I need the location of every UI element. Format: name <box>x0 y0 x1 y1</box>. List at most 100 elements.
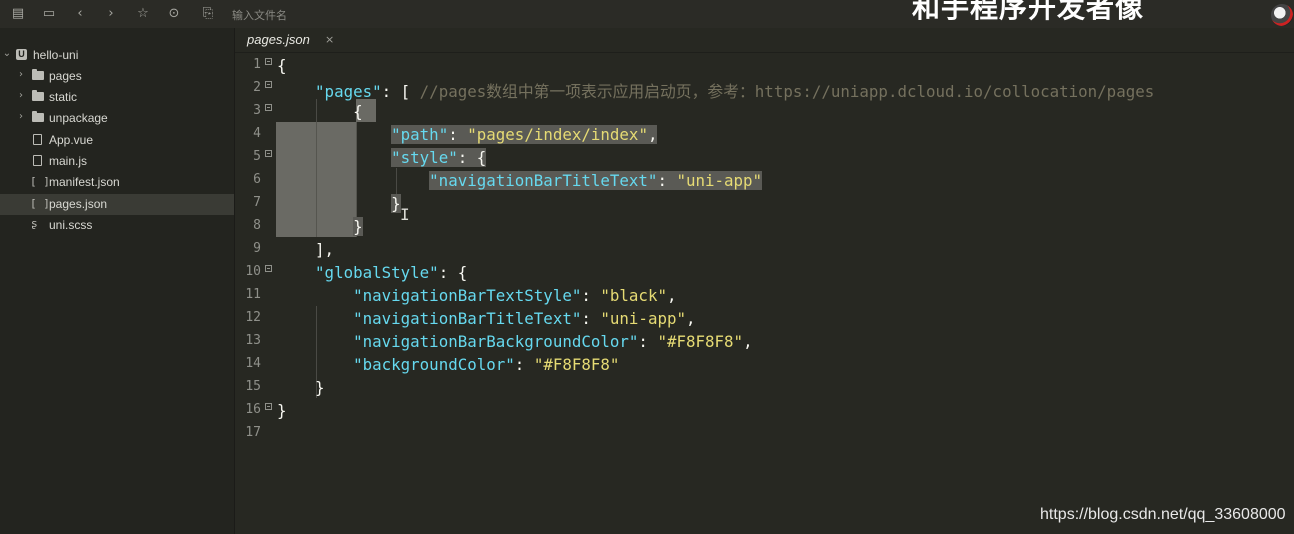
code-line: 4 "path": "pages/index/index", <box>235 122 1294 145</box>
code-text: { <box>277 56 287 75</box>
close-icon[interactable]: × <box>325 33 334 46</box>
line-number: 13 <box>245 333 261 348</box>
code-text: "globalStyle": { <box>315 263 468 282</box>
save-icon[interactable]: ▭ <box>41 6 57 22</box>
code-line: 9 ], <box>235 237 1294 260</box>
line-number: 1 <box>253 57 261 72</box>
tree-item-label: uni.scss <box>49 218 93 232</box>
folder-icon <box>32 111 44 122</box>
tree-item-label: main.js <box>49 154 88 168</box>
tree-item-pages-json[interactable]: [ ] pages.json <box>0 194 234 215</box>
line-number: 8 <box>253 218 261 233</box>
folder-icon <box>32 90 44 101</box>
code-text: "backgroundColor": "#F8F8F8" <box>353 355 620 374</box>
star-icon[interactable]: ☆ <box>135 6 151 22</box>
code-line: 10 "globalStyle": { <box>235 260 1294 283</box>
fold-icon[interactable] <box>265 265 272 272</box>
line-number: 3 <box>253 103 261 118</box>
line-number: 4 <box>253 126 261 141</box>
code-line: 11 "navigationBarTextStyle": "black", <box>235 283 1294 306</box>
code-text: { <box>353 102 363 121</box>
json-file-icon: [ ] <box>30 175 50 188</box>
code-text: "path": "pages/index/index", <box>391 125 658 144</box>
code-text: "navigationBarTitleText": "uni-app" <box>429 171 763 190</box>
code-line: 15 } <box>235 375 1294 398</box>
file-icon <box>33 155 42 166</box>
code-text: "navigationBarBackgroundColor": "#F8F8F8… <box>353 332 753 351</box>
tree-item-manifest-json[interactable]: [ ] manifest.json <box>0 172 234 193</box>
code-line: 12 "navigationBarTitleText": "uni-app", <box>235 306 1294 329</box>
line-number: 12 <box>245 310 261 325</box>
new-file-icon[interactable]: ▤ <box>10 6 26 22</box>
run-icon[interactable]: ⊙ <box>166 6 182 22</box>
tree-item-static[interactable]: › static <box>0 87 234 108</box>
fold-icon[interactable] <box>265 403 272 410</box>
tab-pages-json[interactable]: pages.json × <box>235 28 343 53</box>
code-line: 17 <box>235 421 1294 444</box>
code-text: } <box>315 378 325 397</box>
line-number: 17 <box>245 425 261 440</box>
tree-item-label: static <box>49 90 78 104</box>
avatar[interactable] <box>1271 4 1293 26</box>
line-number: 14 <box>245 356 261 371</box>
line-number: 2 <box>253 80 261 95</box>
project-icon: U <box>16 49 27 60</box>
line-number: 7 <box>253 195 261 210</box>
video-overlay-banner: 和手程序开发者像 <box>912 0 1145 24</box>
code-line: 14 "backgroundColor": "#F8F8F8" <box>235 352 1294 375</box>
tab-bar: pages.json × <box>235 28 1294 53</box>
fold-icon[interactable] <box>265 150 272 157</box>
fold-icon[interactable] <box>265 104 272 111</box>
line-number: 10 <box>245 264 261 279</box>
line-number: 5 <box>253 149 261 164</box>
style-file-icon: ʂ <box>31 217 38 230</box>
code-text: "style": { <box>391 148 487 167</box>
line-number: 16 <box>245 402 261 417</box>
code-line: 7 } <box>235 191 1294 214</box>
watermark: https://blog.csdn.net/qq_33608000 <box>1040 506 1286 523</box>
tab-label: pages.json <box>247 32 310 47</box>
chevron-right-icon[interactable]: › <box>16 111 26 122</box>
project-explorer: ⌄ U hello-uni › pages › static › unpacka… <box>0 28 235 534</box>
line-number: 15 <box>245 379 261 394</box>
chevron-down-icon[interactable]: ⌄ <box>2 48 12 59</box>
code-line: 5 "style": { <box>235 145 1294 168</box>
tree-item-hello-uni[interactable]: ⌄ U hello-uni <box>0 45 234 66</box>
fold-icon[interactable] <box>265 81 272 88</box>
code-text: } <box>391 194 401 213</box>
line-number: 9 <box>253 241 261 256</box>
code-text: } <box>277 401 287 420</box>
preview-icon[interactable]: ⎘ <box>200 6 216 22</box>
tree-item-main-js[interactable]: main.js <box>0 151 234 172</box>
tree-item-pages[interactable]: › pages <box>0 66 234 87</box>
json-file-icon: [ ] <box>30 197 50 210</box>
tree-item-app-vue[interactable]: App.vue <box>0 130 234 151</box>
forward-icon[interactable]: › <box>103 6 119 22</box>
tree-item-uni-scss[interactable]: ʂ uni.scss <box>0 215 234 236</box>
tree-item-label: App.vue <box>49 133 94 147</box>
search-input[interactable]: 输入文件名 <box>232 7 287 23</box>
tree-item-unpackage[interactable]: › unpackage <box>0 108 234 129</box>
code-editor[interactable]: 1 { 2 "pages": [ //pages数组中第一项表示应用启动页，参考… <box>235 53 1294 534</box>
text-cursor-icon: I <box>400 205 410 224</box>
toolbar: ▤ ▭ ‹ › ☆ ⊙ ⎘ 输入文件名 和手程序开发者像 、 <box>0 0 1294 47</box>
code-line: 2 "pages": [ //pages数组中第一项表示应用启动页，参考：htt… <box>235 76 1294 101</box>
chevron-right-icon[interactable]: › <box>16 90 26 101</box>
tree-item-label: hello-uni <box>33 48 79 62</box>
tree-item-label: pages.json <box>49 197 108 211</box>
code-text: } <box>353 217 363 236</box>
back-icon[interactable]: ‹ <box>72 6 88 22</box>
line-number: 11 <box>245 287 261 302</box>
chevron-right-icon[interactable]: › <box>16 69 26 80</box>
code-line: 13 "navigationBarBackgroundColor": "#F8F… <box>235 329 1294 352</box>
code-line: 3 { <box>235 99 1294 122</box>
folder-icon <box>32 69 44 80</box>
line-number: 6 <box>253 172 261 187</box>
code-text: "navigationBarTitleText": "uni-app", <box>353 309 696 328</box>
code-text: "navigationBarTextStyle": "black", <box>353 286 677 305</box>
fold-icon[interactable] <box>265 58 272 65</box>
file-icon <box>33 134 42 145</box>
code-line: 8 } <box>235 214 1294 237</box>
code-line: 16 } <box>235 398 1294 421</box>
tree-item-label: pages <box>49 69 82 83</box>
